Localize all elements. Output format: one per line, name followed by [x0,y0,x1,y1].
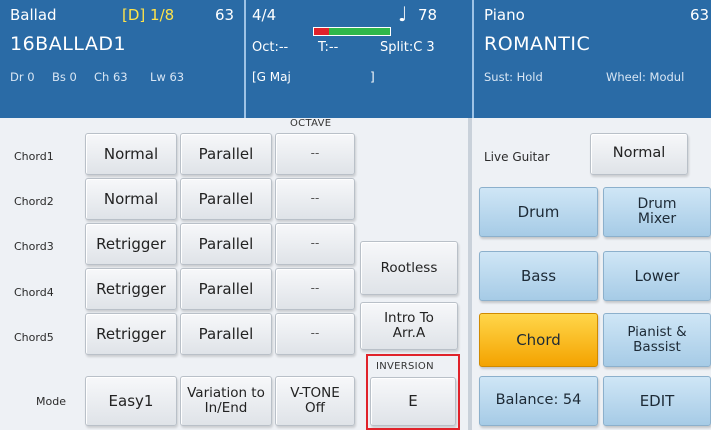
chord3-label: Chord3 [14,240,54,253]
pianist-bassist-button[interactable]: Pianist & Bassist [603,313,711,367]
split-status: Split:C 3 [380,40,435,55]
style-position: [D] 1/8 [122,6,175,24]
chord2-mode-button[interactable]: Parallel [180,178,272,220]
time-signature: 4/4 [252,6,277,24]
style-title: 16BALLAD1 [10,33,127,55]
sustain-status: Sust: Hold [484,70,543,84]
meter-segment [329,28,345,35]
inversion-highlight [366,354,460,430]
chord4-label: Chord4 [14,286,54,299]
chord5-label: Chord5 [14,331,54,344]
level-meter [313,27,391,36]
live-guitar-label: Live Guitar [484,150,550,164]
live-guitar-button[interactable]: Normal [590,133,688,175]
chord4-octave-button[interactable]: -- [275,268,355,310]
chord4-mode-button[interactable]: Parallel [180,268,272,310]
chord-display-close: ] [370,70,375,84]
meter-segment [314,28,330,35]
meter-segment [359,28,375,35]
chord1-label: Chord1 [14,150,54,163]
voice-category: Piano [484,6,525,24]
chord2-octave-button[interactable]: -- [275,178,355,220]
easy-mode-button[interactable]: Easy1 [85,376,177,426]
style-number: 63 [215,6,235,24]
variation-button[interactable]: Variation to In/End [180,376,272,426]
mode-label: Mode [36,395,66,408]
chord3-octave-button[interactable]: -- [275,223,355,265]
transpose-status: T:-- [318,40,339,55]
drum-volume: Dr 0 [10,70,35,84]
wheel-status: Wheel: Modul [606,70,685,84]
lower-volume: Lw 63 [150,70,185,84]
edit-button[interactable]: EDIT [603,376,711,426]
chord2-label: Chord2 [14,195,54,208]
voice-name: ROMANTIC [484,33,591,55]
lower-button[interactable]: Lower [603,251,711,301]
meter-segment [374,28,391,35]
meter-segment [344,28,360,35]
drum-button[interactable]: Drum [479,187,598,237]
tempo-value: 78 [418,6,438,24]
chord1-octave-button[interactable]: -- [275,133,355,175]
bass-button[interactable]: Bass [479,251,598,301]
vtone-button[interactable]: V-TONE Off [275,376,355,426]
chord3-trigger-button[interactable]: Retrigger [85,223,177,265]
balance-button[interactable]: Balance: 54 [479,376,598,426]
octave-status: Oct:-- [252,40,289,55]
style-name: Ballad [10,6,57,24]
chord4-trigger-button[interactable]: Retrigger [85,268,177,310]
chord1-trigger-button[interactable]: Normal [85,133,177,175]
octave-caption: OCTAVE [290,118,332,129]
note-icon: ♩ [398,2,408,26]
chord5-mode-button[interactable]: Parallel [180,313,272,355]
chord2-trigger-button[interactable]: Normal [85,178,177,220]
chord-display: [G Maj [252,70,291,84]
chord5-octave-button[interactable]: -- [275,313,355,355]
chord3-mode-button[interactable]: Parallel [180,223,272,265]
bass-volume: Bs 0 [52,70,77,84]
chord1-mode-button[interactable]: Parallel [180,133,272,175]
drum-mixer-button[interactable]: Drum Mixer [603,187,711,237]
intro-to-arr-button[interactable]: Intro To Arr.A [360,302,458,350]
voice-number: 63 [690,6,710,24]
chord5-trigger-button[interactable]: Retrigger [85,313,177,355]
rootless-button[interactable]: Rootless [360,241,458,295]
chord-button[interactable]: Chord [479,313,598,367]
chord-volume: Ch 63 [94,70,128,84]
